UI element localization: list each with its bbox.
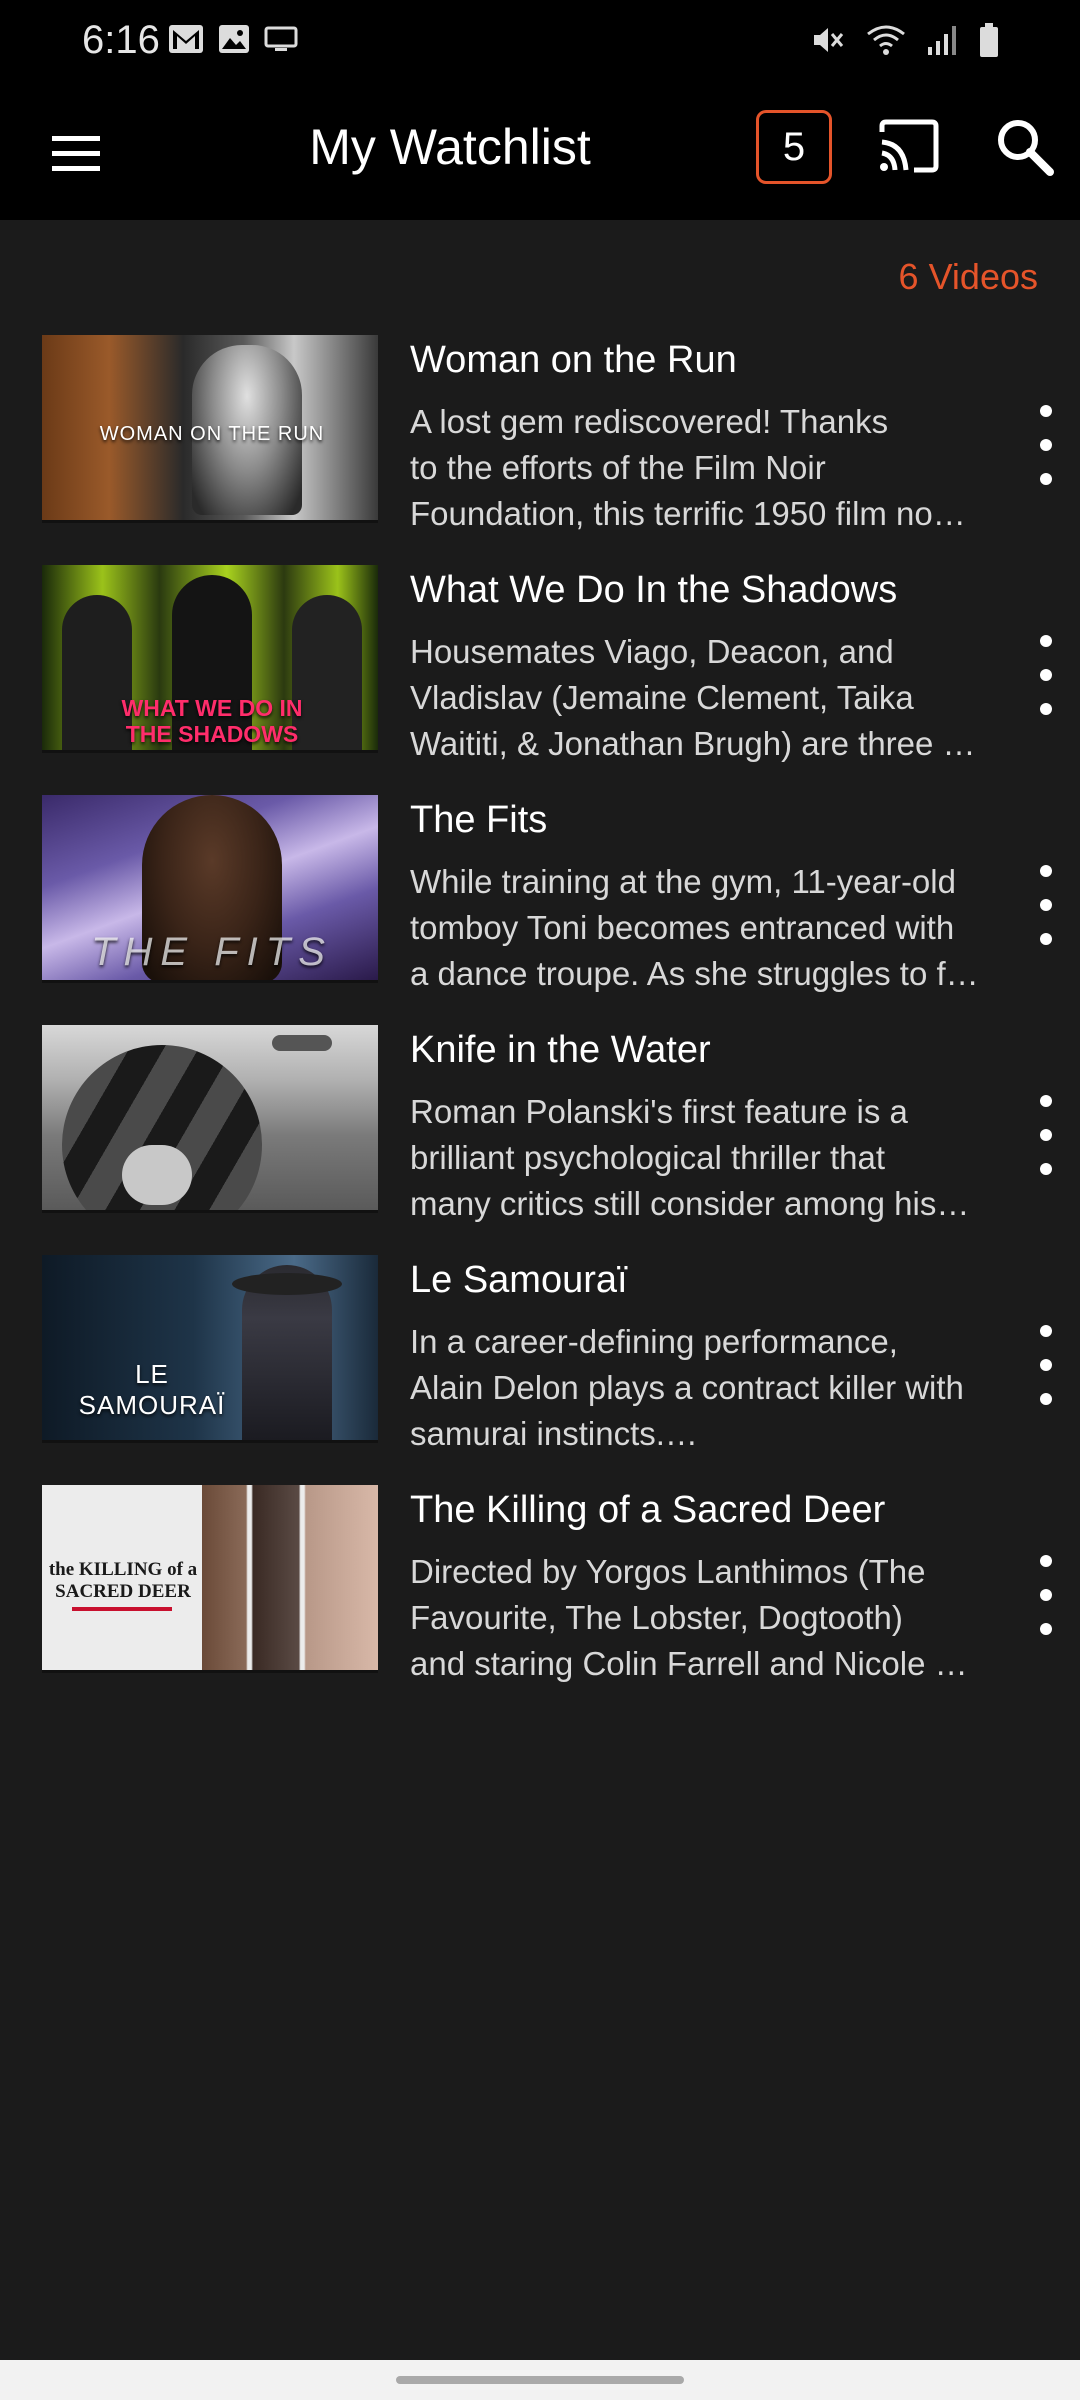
- thumbnail-title-text: LE SAMOURAÏ: [78, 1359, 226, 1420]
- list-item[interactable]: LE SAMOURAÏ Le Samouraï In a career-defi…: [0, 1255, 1080, 1485]
- more-vert-icon-dot: [1040, 899, 1052, 911]
- thumbnail-title-text: WHAT WE DO IN THE SHADOWS: [121, 695, 303, 747]
- queue-count-badge: 5: [782, 124, 806, 169]
- more-vert-icon-dot: [1040, 1623, 1052, 1635]
- cast-button[interactable]: [876, 118, 942, 174]
- more-vert-icon-dot: [1040, 1589, 1052, 1601]
- thumbnail-title-text: WOMAN ON THE RUN: [99, 423, 325, 445]
- home-gesture-handle[interactable]: [396, 2376, 684, 2384]
- video-title[interactable]: Woman on the Run: [410, 339, 1010, 382]
- list-item[interactable]: Knife in the Water Roman Polanski's firs…: [0, 1025, 1080, 1255]
- description-line: Vladislav (Jemaine Clement, Taika: [410, 679, 914, 716]
- more-vert-icon-dot: [1040, 1325, 1052, 1337]
- video-description: While training at the gym, 11-year-old t…: [410, 859, 1014, 997]
- video-count: 6 Videos: [898, 256, 1038, 297]
- more-vert-icon-dot: [1040, 1359, 1052, 1371]
- more-vert-icon-dot: [1040, 1163, 1052, 1175]
- description-line: Favourite, The Lobster, Dogtooth): [410, 1599, 903, 1636]
- video-description: Roman Polanski's first feature is a bril…: [410, 1089, 1014, 1227]
- more-options-button[interactable]: [1026, 865, 1066, 945]
- gallery-icon: [219, 25, 249, 53]
- list-item[interactable]: the KILLING of a SACRED DEER The Killing…: [0, 1485, 1080, 1715]
- search-button[interactable]: [994, 116, 1056, 178]
- more-vert-icon-dot: [1040, 1129, 1052, 1141]
- more-vert-icon-dot: [1040, 439, 1052, 451]
- battery-icon: [980, 23, 998, 57]
- description-line: Directed by Yorgos Lanthimos (The: [410, 1553, 926, 1590]
- video-thumbnail[interactable]: WOMAN ON THE RUN: [42, 335, 378, 523]
- app-bar: My Watchlist 5: [0, 86, 1080, 220]
- more-options-button[interactable]: [1026, 635, 1066, 715]
- more-vert-icon-dot: [1040, 669, 1052, 681]
- status-time: 6:16: [82, 18, 160, 62]
- more-vert-icon-dot: [1040, 405, 1052, 417]
- description-line: brilliant psychological thriller that: [410, 1139, 886, 1176]
- more-vert-icon-dot: [1040, 473, 1052, 485]
- video-title[interactable]: The Fits: [410, 799, 1010, 842]
- mute-icon: [814, 28, 844, 52]
- status-bar: 6:16: [0, 0, 1080, 86]
- description-line: A lost gem rediscovered! Thanks: [410, 403, 889, 440]
- watchlist: WOMAN ON THE RUN Woman on the Run A lost…: [0, 335, 1080, 1715]
- system-nav-bar: [0, 2360, 1080, 2400]
- description-line: Roman Polanski's first feature is a: [410, 1093, 908, 1130]
- video-title[interactable]: Le Samouraï: [410, 1259, 1010, 1302]
- description-line: While training at the gym, 11-year-old: [410, 863, 956, 900]
- video-thumbnail[interactable]: WHAT WE DO IN THE SHADOWS: [42, 565, 378, 753]
- more-options-button[interactable]: [1026, 1555, 1066, 1635]
- video-description: A lost gem rediscovered! Thanks to the e…: [410, 399, 1014, 537]
- video-thumbnail[interactable]: LE SAMOURAÏ: [42, 1255, 378, 1443]
- video-title[interactable]: Knife in the Water: [410, 1029, 1010, 1072]
- queue-count-button[interactable]: 5: [756, 110, 832, 184]
- description-line: samurai instincts.…: [410, 1415, 698, 1452]
- more-vert-icon-dot: [1040, 635, 1052, 647]
- video-description: In a career-defining performance, Alain …: [410, 1319, 1014, 1457]
- video-thumbnail[interactable]: the KILLING of a SACRED DEER: [42, 1485, 378, 1673]
- thumbnail-title-text: THE FITS: [91, 930, 333, 974]
- description-line: Alain Delon plays a contract killer with: [410, 1369, 964, 1406]
- video-description: Directed by Yorgos Lanthimos (The Favour…: [410, 1549, 1014, 1687]
- search-icon: [998, 120, 1054, 176]
- menu-button[interactable]: [46, 124, 106, 184]
- list-item[interactable]: WOMAN ON THE RUN Woman on the Run A lost…: [0, 335, 1080, 565]
- page-title: My Watchlist: [309, 119, 591, 175]
- list-item[interactable]: WHAT WE DO IN THE SHADOWS What We Do In …: [0, 565, 1080, 795]
- status-left-icons: [168, 24, 298, 54]
- more-vert-icon-dot: [1040, 933, 1052, 945]
- more-vert-icon-dot: [1040, 1555, 1052, 1567]
- description-line: Waititi, & Jonathan Brugh) are three …: [410, 725, 976, 762]
- more-options-button[interactable]: [1026, 1095, 1066, 1175]
- description-line: and staring Colin Farrell and Nicole …: [410, 1645, 968, 1682]
- signal-icon: [928, 26, 956, 55]
- more-options-button[interactable]: [1026, 405, 1066, 485]
- video-description: Housemates Viago, Deacon, and Vladislav …: [410, 629, 1014, 767]
- hamburger-icon: [52, 136, 100, 171]
- screen-mirror-icon: [264, 26, 298, 51]
- list-item[interactable]: THE FITS The Fits While training at the …: [0, 795, 1080, 1025]
- description-line: In a career-defining performance,: [410, 1323, 898, 1360]
- more-vert-icon-dot: [1040, 865, 1052, 877]
- video-thumbnail[interactable]: [42, 1025, 378, 1213]
- description-line: to the efforts of the Film Noir: [410, 449, 826, 486]
- video-title[interactable]: The Killing of a Sacred Deer: [410, 1489, 1010, 1532]
- more-vert-icon-dot: [1040, 1095, 1052, 1107]
- status-right-icons: [810, 22, 1000, 58]
- thumbnail-title-text: the KILLING of a SACRED DEER: [48, 1559, 198, 1602]
- gmail-icon: [169, 25, 203, 53]
- video-title[interactable]: What We Do In the Shadows: [410, 569, 1010, 612]
- video-thumbnail[interactable]: THE FITS: [42, 795, 378, 983]
- more-vert-icon-dot: [1040, 703, 1052, 715]
- more-options-button[interactable]: [1026, 1325, 1066, 1405]
- cast-icon: [879, 119, 939, 173]
- description-line: tomboy Toni becomes entranced with: [410, 909, 955, 946]
- description-line: a dance troupe. As she struggles to f…: [410, 955, 979, 992]
- more-vert-icon-dot: [1040, 1393, 1052, 1405]
- description-line: Housemates Viago, Deacon, and: [410, 633, 894, 670]
- description-line: many critics still consider among his…: [410, 1185, 970, 1222]
- description-line: Foundation, this terrific 1950 film no…: [410, 495, 966, 532]
- wifi-icon: [867, 25, 905, 55]
